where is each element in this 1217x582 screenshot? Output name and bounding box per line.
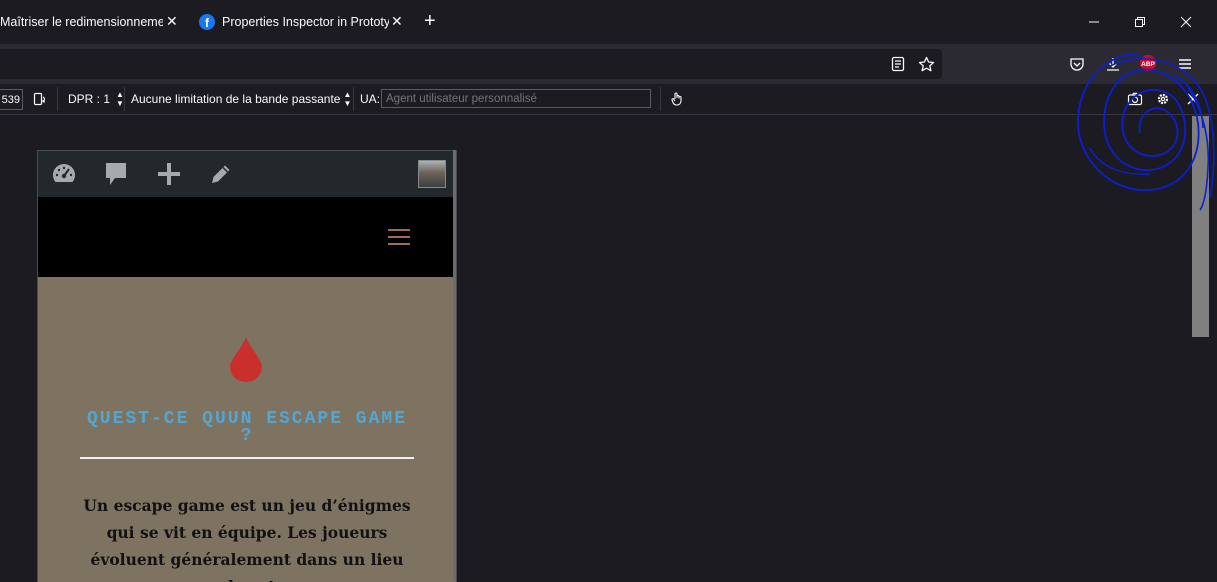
dpr-select[interactable]: DPR : 1 ▲ ▼	[68, 84, 124, 114]
dashboard-icon[interactable]	[49, 159, 79, 189]
device-viewport: QUEST-CE QUUN ESCAPE GAME ? Un escape ga…	[37, 150, 457, 582]
toolbar-separator	[57, 87, 58, 111]
touch-hand-icon	[671, 92, 682, 106]
divider	[80, 457, 414, 459]
avatar[interactable]	[418, 160, 446, 188]
downloads-icon[interactable]	[1104, 55, 1122, 73]
select-arrows-icon: ▲ ▼	[116, 90, 124, 108]
add-new-icon[interactable]	[154, 159, 184, 189]
restore-button[interactable]	[1131, 13, 1149, 31]
restore-icon	[1135, 17, 1145, 27]
facebook-icon: f	[199, 14, 215, 30]
gear-icon	[1157, 93, 1169, 105]
adblock-plus-icon[interactable]: ABP	[1139, 54, 1157, 72]
close-icon[interactable]: ✕	[391, 13, 403, 30]
new-tab-button[interactable]: +	[424, 11, 436, 31]
viewport-width-input[interactable]: 539	[0, 89, 23, 110]
user-agent-input[interactable]	[381, 89, 651, 108]
close-rdm-button[interactable]	[1187, 84, 1199, 114]
site-header	[38, 197, 456, 277]
abp-badge-text: ABP	[1141, 61, 1155, 68]
tab-bar: Maîtriser le redimensionnement ✕ f Prope…	[0, 0, 1217, 44]
throttle-label: Aucune limitation de la bande passante	[131, 92, 341, 106]
network-throttling-select[interactable]: Aucune limitation de la bande passante ▲…	[131, 84, 351, 114]
minimize-icon	[1089, 21, 1099, 23]
settings-button[interactable]	[1155, 84, 1171, 114]
tab-properties-inspector[interactable]: f Properties Inspector in Prototyp ✕	[199, 8, 403, 36]
close-icon	[1180, 16, 1192, 28]
tab-title: Properties Inspector in Prototyp	[222, 15, 389, 29]
reader-view-icon[interactable]	[889, 55, 907, 73]
rotate-viewport-button[interactable]	[32, 84, 48, 114]
rotate-icon	[33, 92, 46, 106]
pocket-icon[interactable]	[1068, 55, 1086, 73]
menu-icon[interactable]	[1176, 55, 1194, 73]
navigation-toolbar: ABP	[0, 44, 1217, 84]
site-content: QUEST-CE QUUN ESCAPE GAME ? Un escape ga…	[38, 277, 456, 582]
close-icon[interactable]: ✕	[166, 13, 178, 30]
url-bar[interactable]	[0, 49, 942, 79]
close-icon	[1187, 93, 1199, 105]
ua-label: UA:	[360, 92, 381, 106]
toolbar-separator	[353, 87, 354, 111]
dpr-label: DPR : 1	[68, 92, 111, 106]
intro-paragraph: Un escape game est un jeu d’énigmes qui …	[83, 496, 411, 582]
bookmark-star-icon[interactable]	[917, 55, 935, 73]
touch-simulation-button[interactable]	[669, 84, 685, 114]
toolbar-separator	[660, 87, 661, 111]
camera-icon	[1127, 92, 1143, 106]
tab-redimensionnement[interactable]: Maîtriser le redimensionnement ✕	[0, 8, 178, 36]
hamburger-menu-icon[interactable]	[388, 229, 410, 245]
tab-title: Maîtriser le redimensionnement	[0, 15, 163, 29]
select-arrows-icon: ▲ ▼	[343, 90, 352, 108]
blood-drop-icon	[230, 337, 262, 382]
screenshot-button[interactable]	[1127, 84, 1143, 114]
section-title: QUEST-CE QUUN ESCAPE GAME ?	[86, 409, 408, 446]
responsive-design-toolbar: 539 DPR : 1 ▲ ▼ Aucune limitation de la b…	[0, 84, 1217, 115]
device-resize-edge[interactable]	[453, 150, 456, 581]
comments-icon[interactable]	[101, 159, 131, 189]
scrollbar-thumb[interactable]	[1192, 116, 1209, 337]
edit-pencil-icon[interactable]	[206, 159, 236, 189]
close-window-button[interactable]	[1177, 13, 1195, 31]
toolbar-separator	[124, 87, 125, 111]
wp-admin-bar	[38, 151, 456, 197]
minimize-button[interactable]	[1085, 13, 1103, 31]
